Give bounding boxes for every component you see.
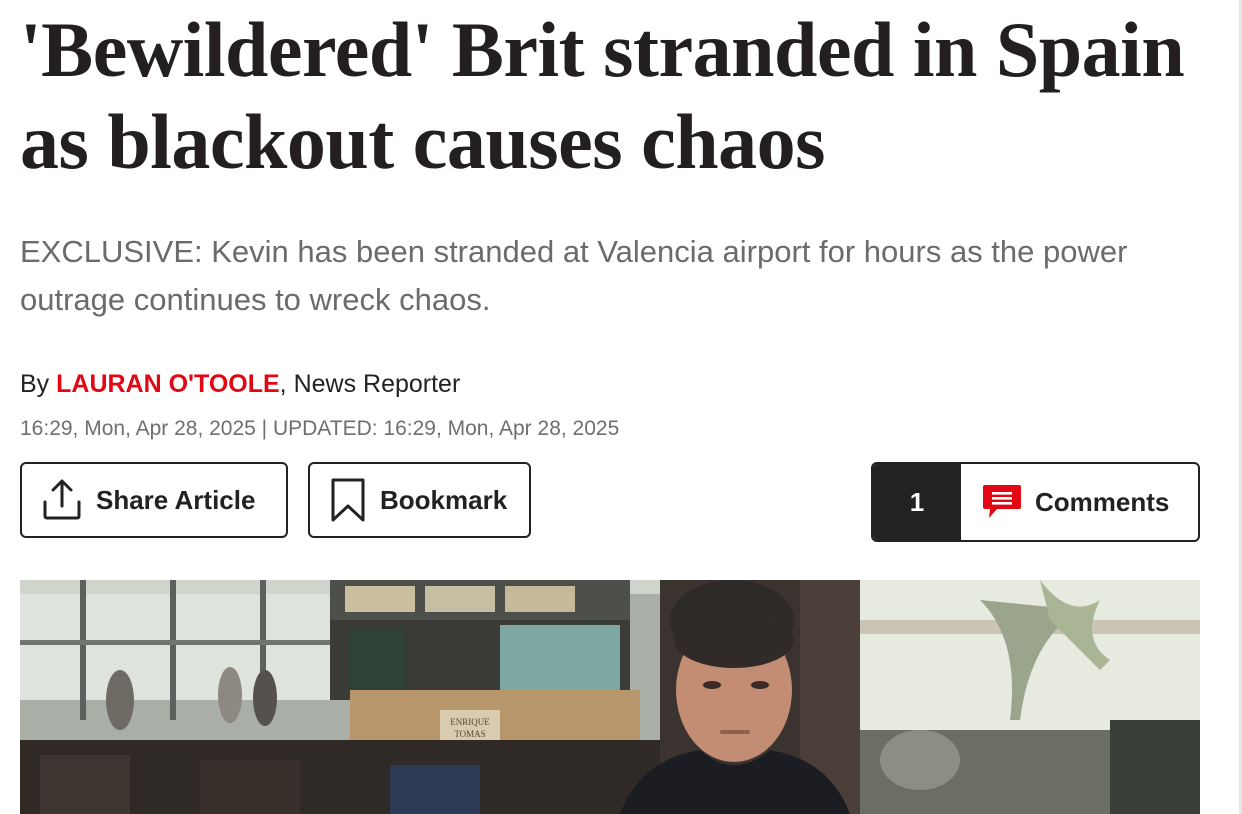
comments-label: Comments: [1035, 486, 1170, 517]
share-article-button[interactable]: Share Article: [20, 462, 288, 538]
article-headline: 'Bewildered' Brit stranded in Spain as b…: [20, 6, 1185, 185]
comments-button[interactable]: 1 Comments: [871, 462, 1200, 542]
comment-bubble-icon: [981, 464, 1023, 540]
sign-text-1: ENRIQUE: [450, 717, 490, 727]
bookmark-button[interactable]: Bookmark: [308, 462, 531, 538]
byline-prefix: By: [20, 370, 57, 398]
byline: By LAURAN O'TOOLE, News Reporter: [20, 369, 460, 399]
bookmark-icon: [328, 476, 368, 524]
article-dateline: 16:29, Mon, Apr 28, 2025 | UPDATED: 16:2…: [20, 417, 620, 440]
author-link[interactable]: LAURAN O'TOOLE: [56, 370, 280, 398]
hero-image: ENRIQUE TOMAS: [20, 580, 1200, 814]
bookmark-label: Bookmark: [380, 484, 508, 515]
sign-text-2: TOMAS: [454, 729, 485, 739]
comment-count: 1: [873, 464, 961, 540]
author-role: , News Reporter: [279, 370, 461, 398]
share-upload-icon: [40, 478, 84, 522]
article-standfirst: EXCLUSIVE: Kevin has been stranded at Va…: [20, 234, 1128, 317]
share-article-label: Share Article: [96, 484, 256, 515]
